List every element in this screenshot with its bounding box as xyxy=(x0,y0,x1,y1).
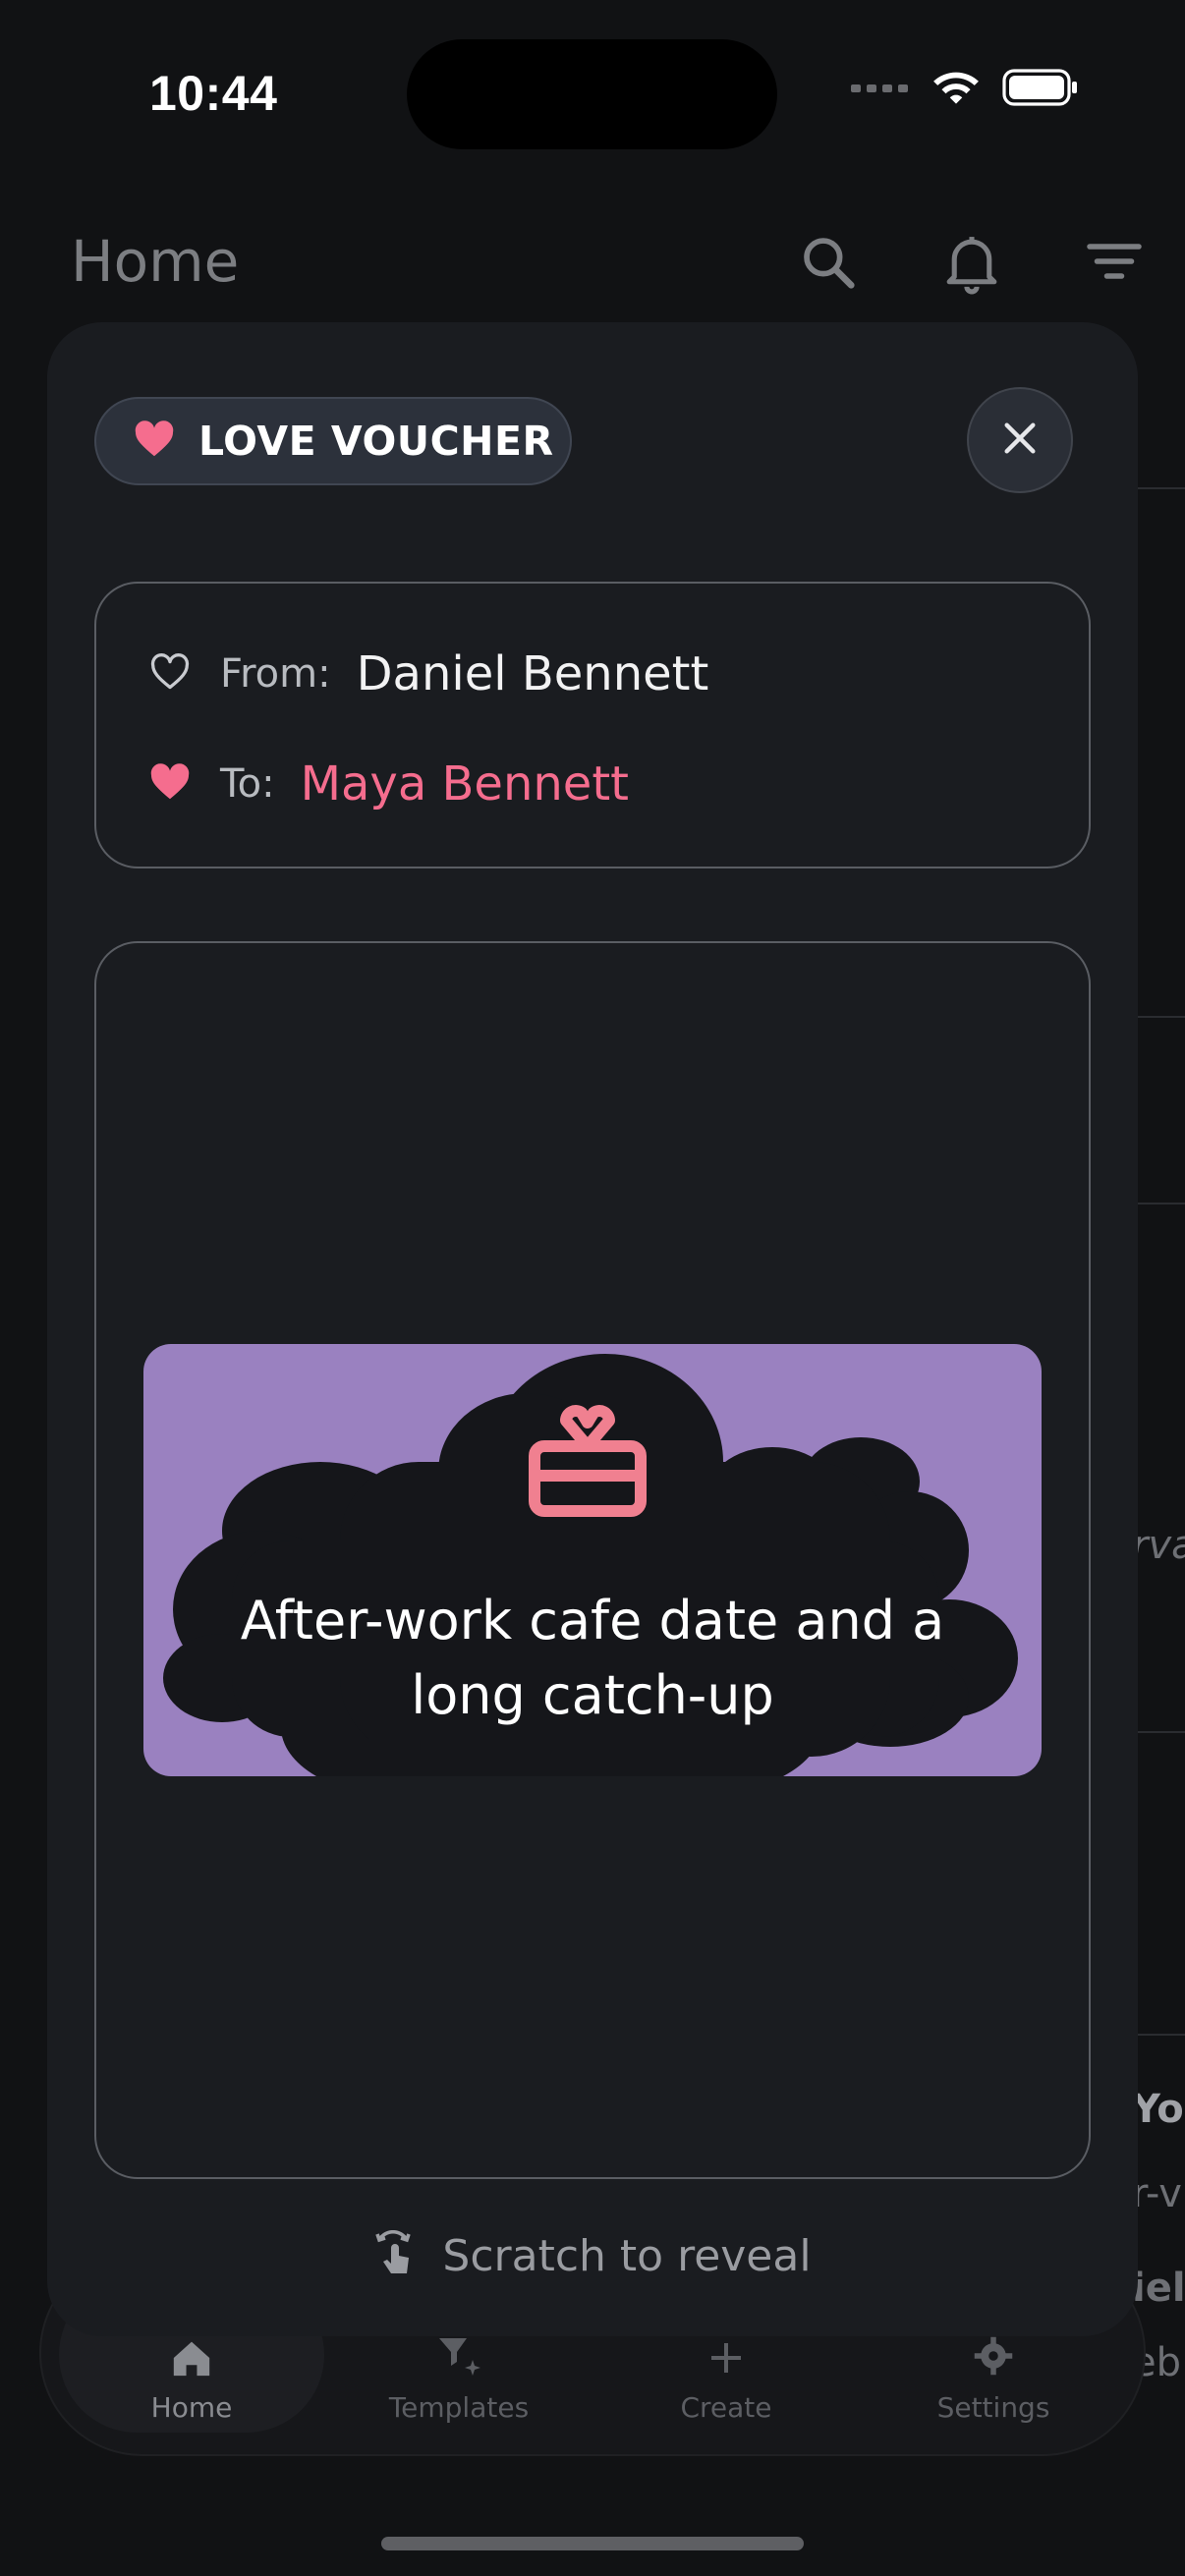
from-name: Daniel Bennett xyxy=(356,646,709,701)
heart-icon xyxy=(134,420,175,463)
tab-templates[interactable]: Templates xyxy=(326,2328,592,2424)
to-label: To: xyxy=(220,761,275,807)
background-divider xyxy=(1130,1203,1185,1204)
scratch-hint-label: Scratch to reveal xyxy=(442,2231,812,2281)
background-snippet: rva xyxy=(1132,1523,1185,1568)
tab-home[interactable]: Home xyxy=(59,2328,324,2424)
background-divider xyxy=(1130,1016,1185,1018)
tab-templates-label: Templates xyxy=(388,2391,530,2424)
to-row: To: Maya Bennett xyxy=(149,756,629,812)
tab-create[interactable]: Create xyxy=(593,2328,859,2424)
sender-recipient-card: From: Daniel Bennett To: Maya Bennett xyxy=(94,582,1091,868)
filter-icon[interactable] xyxy=(1085,232,1144,296)
home-indicator[interactable] xyxy=(381,2537,804,2550)
background-divider xyxy=(1130,1731,1185,1733)
scratch-gesture-icon xyxy=(373,2230,417,2282)
tab-home-label: Home xyxy=(150,2391,233,2424)
dynamic-island xyxy=(407,39,777,149)
background-snippet: r-v xyxy=(1132,2171,1182,2216)
close-button[interactable] xyxy=(967,387,1073,493)
status-icons xyxy=(851,69,1079,111)
heart-outline-icon xyxy=(149,652,191,696)
scratch-hint: Scratch to reveal xyxy=(0,2230,1185,2282)
status-time: 10:44 xyxy=(149,66,278,121)
tab-settings[interactable]: Settings xyxy=(861,2328,1126,2424)
heart-icon xyxy=(149,762,191,806)
tab-settings-label: Settings xyxy=(936,2391,1050,2424)
close-icon xyxy=(1000,419,1040,463)
gift-icon xyxy=(527,1403,649,1524)
from-label: From: xyxy=(220,651,331,697)
background-snippet: Yo xyxy=(1132,2087,1184,2132)
voucher-message: After-work cafe date and a long catch-up xyxy=(240,1590,945,1726)
page-title: Home xyxy=(71,228,240,295)
background-divider xyxy=(1130,2034,1185,2036)
voucher-reveal-panel[interactable]: After-work cafe date and a long catch-up xyxy=(143,1344,1042,1776)
to-name: Maya Bennett xyxy=(300,756,629,812)
bell-icon[interactable] xyxy=(941,232,1002,302)
background-divider xyxy=(1130,487,1185,489)
battery-icon xyxy=(1002,69,1079,111)
voucher-badge: LOVE VOUCHER xyxy=(94,397,572,485)
search-icon[interactable] xyxy=(798,232,859,298)
voucher-badge-label: LOVE VOUCHER xyxy=(198,418,554,465)
tab-create-label: Create xyxy=(680,2391,772,2424)
from-row: From: Daniel Bennett xyxy=(149,646,708,701)
cellular-signal-icon xyxy=(851,82,910,99)
wifi-icon xyxy=(931,69,981,111)
